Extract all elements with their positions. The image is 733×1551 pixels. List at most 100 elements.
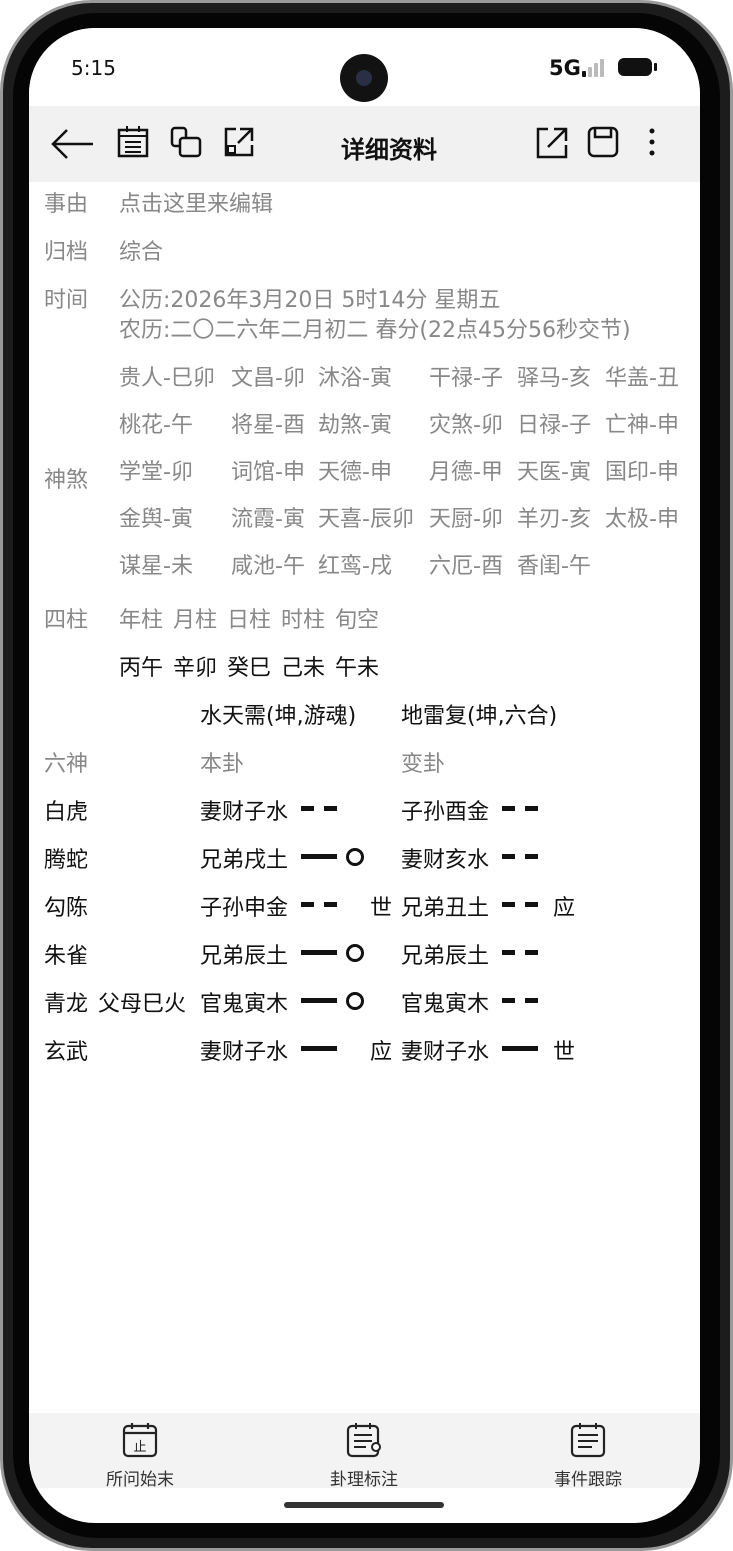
- copy-icon[interactable]: [169, 124, 203, 160]
- svg-text:止: 止: [133, 1440, 146, 1455]
- solar-date: 公历:2026年3月20日 5时14分 星期五: [119, 288, 501, 313]
- bian-gua-header: 变卦: [401, 752, 446, 777]
- shensha-item: 劫煞-寅: [318, 413, 392, 438]
- shensha-item: 咸池-午: [231, 554, 305, 579]
- shensha-item: 谋星-未: [119, 554, 193, 579]
- shensha-item: 天德-申: [318, 460, 392, 485]
- fushen-name: 父母巳火: [98, 992, 187, 1017]
- sizhu-value: 癸巳: [227, 656, 272, 681]
- sizhu-label: 四柱: [44, 608, 89, 633]
- ben-yin-line: [301, 806, 337, 811]
- bian-line-label: 官鬼寅木: [401, 992, 490, 1017]
- bian-line-label: 兄弟辰土: [401, 944, 490, 969]
- battery-icon: [618, 58, 657, 76]
- bian-gua-name: 地雷复(坤,六合): [401, 704, 558, 729]
- toolbar: 详细资料: [29, 106, 700, 182]
- save-icon[interactable]: [586, 124, 620, 160]
- reason-value[interactable]: 点击这里来编辑: [119, 186, 273, 218]
- sizhu-value: 午未: [335, 656, 380, 681]
- calendar-list-icon[interactable]: [117, 124, 149, 160]
- shensha-item: 学堂-卯: [119, 460, 193, 485]
- shensha-item: 华盖-丑: [605, 366, 679, 391]
- signal-icon: [582, 59, 608, 77]
- bian-yang-line: [502, 1046, 538, 1051]
- status-bar: 5:15 5G: [29, 28, 700, 106]
- calendar-stop-icon: 止: [122, 1423, 158, 1458]
- ben-line-label: 兄弟戌土: [200, 848, 289, 873]
- home-indicator[interactable]: [284, 1502, 444, 1508]
- archive-value[interactable]: 综合: [119, 234, 163, 266]
- page-title: 详细资料: [341, 136, 437, 164]
- sizhu-value: 辛卯: [173, 656, 218, 681]
- screen: 5:15 5G 详细资料 事由 点击这里来编辑 归档 综合 时间 公历:2026…: [29, 28, 700, 1523]
- sizhu-header: 时柱: [281, 608, 326, 633]
- liushen-name: 青龙: [44, 992, 89, 1017]
- sizhu-header: 日柱: [227, 608, 272, 633]
- shensha-item: 驿马-亥: [517, 366, 591, 391]
- liushen-name: 腾蛇: [44, 848, 89, 873]
- reason-label: 事由: [44, 192, 89, 217]
- liushen-name: 勾陈: [44, 896, 89, 921]
- liushen-header: 六神: [44, 752, 89, 777]
- back-arrow-icon[interactable]: [49, 126, 95, 162]
- shensha-item: 六厄-酉: [429, 554, 503, 579]
- front-camera: [340, 54, 388, 102]
- shensha-item: 羊刃-亥: [517, 507, 591, 532]
- moving-line-mark: [346, 848, 364, 866]
- expand-icon[interactable]: [222, 124, 254, 160]
- liushen-name: 白虎: [44, 800, 89, 825]
- shensha-item: 灾煞-卯: [429, 413, 503, 438]
- shensha-item: 金舆-寅: [119, 507, 193, 532]
- bian-yin-line: [502, 902, 538, 907]
- shensha-item: 流霞-寅: [231, 507, 305, 532]
- archive-label: 归档: [44, 240, 89, 265]
- shensha-item: 将星-酉: [231, 413, 305, 438]
- ben-line-label: 妻财子水: [200, 1040, 289, 1065]
- bian-yin-line: [502, 806, 538, 811]
- ben-line-label: 妻财子水: [200, 800, 289, 825]
- ben-yin-line: [301, 902, 337, 907]
- note-pin-icon: [346, 1423, 381, 1458]
- bian-shi-ying-mark: 世: [553, 1040, 576, 1065]
- nav-annotation-label: 卦理标注: [330, 1470, 398, 1490]
- shensha-item: 月德-甲: [429, 460, 503, 485]
- shensha-item: 词馆-申: [231, 460, 305, 485]
- shensha-item: 红鸾-戌: [318, 554, 392, 579]
- moving-line-mark: [346, 992, 364, 1010]
- ben-gua-name: 水天需(坤,游魂): [200, 704, 357, 729]
- shensha-item: 国印-申: [605, 460, 679, 485]
- sizhu-header: 旬空: [335, 608, 380, 633]
- bottom-nav: 止 所问始末 卦理标注 事件跟踪: [29, 1413, 700, 1490]
- time-label: 时间: [44, 288, 89, 313]
- shensha-label: 神煞: [44, 468, 89, 493]
- ben-yang-line: [301, 854, 337, 859]
- sizhu-value: 丙午: [119, 656, 164, 681]
- nav-inquiry-label: 所问始末: [106, 1470, 174, 1490]
- shensha-item: 桃花-午: [119, 413, 193, 438]
- shensha-item: 香闺-午: [517, 554, 591, 579]
- liushen-name: 玄武: [44, 1040, 89, 1065]
- ben-yang-line: [301, 1046, 337, 1051]
- status-time: 5:15: [71, 56, 116, 80]
- nav-tracking-label: 事件跟踪: [554, 1470, 622, 1490]
- shensha-item: 贵人-巳卯: [119, 366, 215, 391]
- bian-line-label: 兄弟丑土: [401, 896, 490, 921]
- shensha-item: 天厨-卯: [429, 507, 503, 532]
- bian-shi-ying-mark: 应: [553, 896, 576, 921]
- nav-inquiry[interactable]: 止 所问始末: [80, 1421, 200, 1490]
- ben-yang-line: [301, 950, 337, 955]
- bian-line-label: 子孙酉金: [401, 800, 490, 825]
- shensha-item: 天医-寅: [517, 460, 591, 485]
- list-doc-icon: [570, 1423, 606, 1458]
- bian-yin-line: [502, 998, 538, 1003]
- sizhu-header: 月柱: [173, 608, 218, 633]
- network-type: 5G: [549, 56, 581, 80]
- bian-yin-line: [502, 950, 538, 955]
- nav-tracking[interactable]: 事件跟踪: [528, 1421, 648, 1490]
- shensha-item: 太极-申: [605, 507, 679, 532]
- shensha-item: 日禄-子: [517, 413, 591, 438]
- bian-yin-line: [502, 854, 538, 859]
- more-menu-icon[interactable]: [647, 124, 657, 160]
- nav-annotation[interactable]: 卦理标注: [304, 1421, 424, 1490]
- share-icon[interactable]: [534, 124, 568, 160]
